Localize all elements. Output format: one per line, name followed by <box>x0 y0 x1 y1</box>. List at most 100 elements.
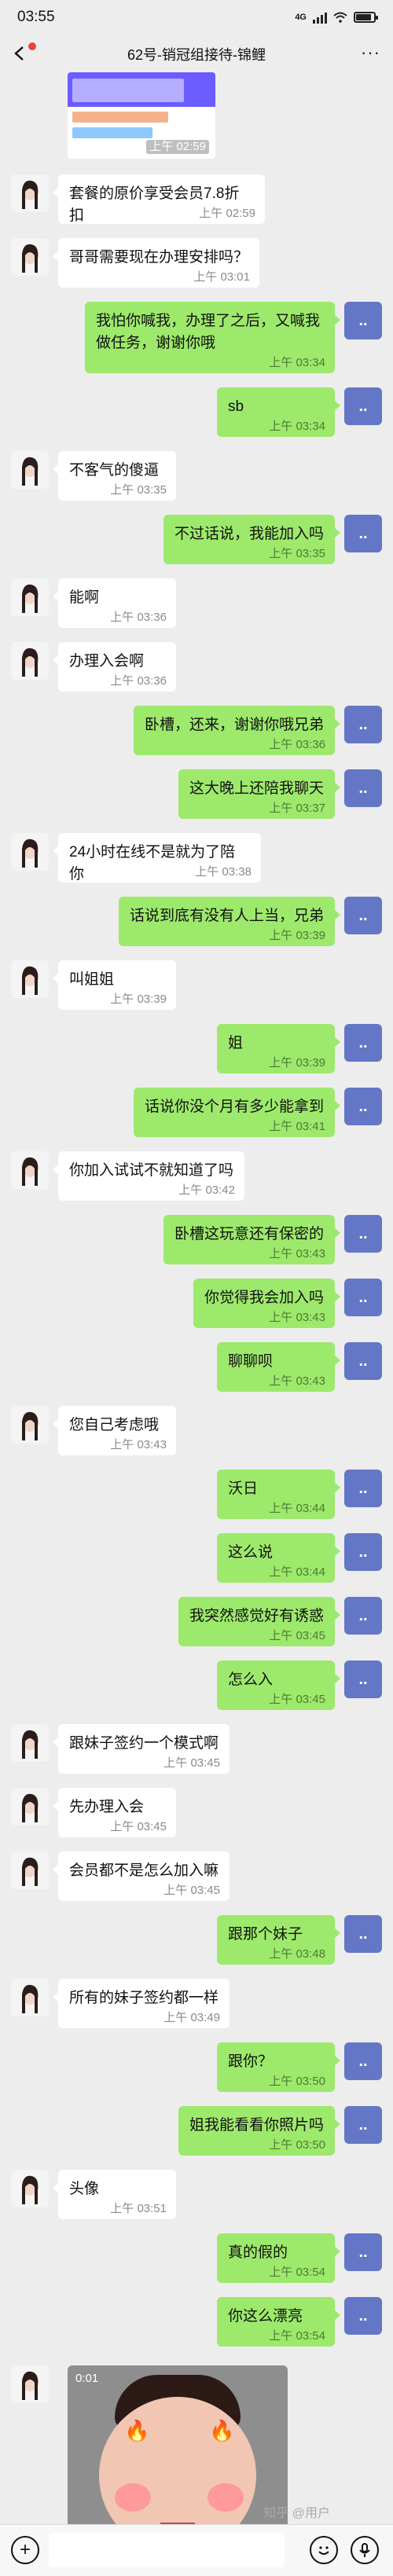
message-text: 卧槽，还来，谢谢你哦兄弟 <box>145 717 325 733</box>
sent-message-bubble[interactable]: 卧槽，还来，谢谢你哦兄弟 上午 03:36 <box>134 706 340 755</box>
message-row: 叫姐姐 上午 03:39 <box>0 960 393 1010</box>
emoji-button[interactable] <box>310 2536 338 2564</box>
received-message-bubble[interactable]: 你加入试试不就知道了吗 上午 03:42 <box>53 1151 244 1201</box>
sent-message-bubble[interactable]: 我突然感觉好有诱惑 上午 03:45 <box>178 1597 340 1646</box>
message-row: 🔥🔥0:01你想气死我吗上午 03:54 <box>0 2365 393 2524</box>
voice-button[interactable] <box>351 2536 379 2564</box>
my-avatar[interactable]: .. <box>344 1915 382 1953</box>
received-message-bubble[interactable]: 能啊 上午 03:36 <box>53 578 176 628</box>
sent-message-bubble[interactable]: 真的假的 上午 03:54 <box>217 2233 340 2283</box>
my-avatar[interactable]: .. <box>344 387 382 425</box>
received-message-bubble[interactable]: 24小时在线不是就为了陪你 上午 03:38 <box>53 833 261 883</box>
sent-message-bubble[interactable]: sb 上午 03:34 <box>217 387 340 437</box>
my-avatar[interactable]: .. <box>344 1215 382 1253</box>
contact-avatar[interactable] <box>11 2365 49 2403</box>
my-avatar[interactable]: .. <box>344 1470 382 1507</box>
sent-message-bubble[interactable]: 你这么漂亮 上午 03:54 <box>217 2297 340 2347</box>
contact-avatar[interactable] <box>11 642 49 680</box>
signal-icon <box>313 11 327 24</box>
message-row: .. 卧槽这玩意还有保密的 上午 03:43 <box>0 1215 393 1264</box>
contact-avatar[interactable] <box>11 2170 49 2207</box>
my-avatar[interactable]: .. <box>344 897 382 934</box>
avatar-portrait-icon <box>11 642 49 680</box>
message-row: 办理入会啊 上午 03:36 <box>0 642 393 692</box>
contact-avatar[interactable] <box>11 578 49 616</box>
my-avatar[interactable]: .. <box>344 706 382 743</box>
sent-message-bubble[interactable]: 这大晚上还陪我聊天 上午 03:37 <box>178 769 340 819</box>
received-message-bubble[interactable]: 所有的妹子签约都一样 上午 03:49 <box>53 1979 230 2028</box>
message-row: .. 不过话说，我能加入吗 上午 03:35 <box>0 515 393 564</box>
my-avatar[interactable]: .. <box>344 2233 382 2271</box>
message-row: 上午 02:59 <box>0 72 393 159</box>
received-message-bubble[interactable]: 哥哥需要现在办理安排吗？ 上午 03:01 <box>53 238 259 288</box>
image-message[interactable]: 上午 02:59 <box>68 72 215 159</box>
message-time: 上午 02:59 <box>199 207 255 220</box>
sent-message-bubble[interactable]: 怎么入 上午 03:45 <box>217 1660 340 1710</box>
my-avatar[interactable]: .. <box>344 2106 382 2144</box>
contact-avatar[interactable] <box>11 1788 49 1826</box>
message-list[interactable]: 上午 02:59 套餐的原价享受会员7.8折扣 上午 02:59 哥哥需要现在办理安… <box>0 72 393 2524</box>
my-avatar[interactable]: .. <box>344 2042 382 2080</box>
avatar-portrait-icon <box>11 1151 49 1189</box>
video-sticker-message[interactable]: 🔥🔥0:01你想气死我吗上午 03:54 <box>68 2365 288 2524</box>
my-avatar[interactable]: .. <box>344 1342 382 1380</box>
my-avatar[interactable]: .. <box>344 302 382 339</box>
sent-message-bubble[interactable]: 话说你没个月有多少能拿到 上午 03:41 <box>134 1088 340 1137</box>
message-text: 话说到底有没有人上当，兄弟 <box>130 908 325 924</box>
my-avatar[interactable]: .. <box>344 769 382 807</box>
sent-message-bubble[interactable]: 我怕你喊我，办理了之后，又喊我做任务，谢谢你哦 上午 03:34 <box>85 302 340 373</box>
sent-message-bubble[interactable]: 卧槽这玩意还有保密的 上午 03:43 <box>163 1215 340 1264</box>
sent-message-bubble[interactable]: 沃日 上午 03:44 <box>217 1470 340 1519</box>
my-avatar[interactable]: .. <box>344 1660 382 1698</box>
my-avatar[interactable]: .. <box>344 1279 382 1316</box>
my-avatar[interactable]: .. <box>344 1024 382 1062</box>
contact-avatar[interactable] <box>11 833 49 871</box>
received-message-bubble[interactable]: 跟妹子签约一个模式啊 上午 03:45 <box>53 1724 230 1774</box>
my-avatar[interactable]: .. <box>344 1597 382 1635</box>
my-avatar[interactable]: .. <box>344 515 382 552</box>
contact-avatar[interactable] <box>11 238 49 276</box>
contact-avatar[interactable] <box>11 960 49 998</box>
my-avatar[interactable]: .. <box>344 1088 382 1125</box>
received-message-bubble[interactable]: 头像 上午 03:51 <box>53 2170 176 2219</box>
sent-message-bubble[interactable]: 跟你？ 上午 03:50 <box>217 2042 340 2092</box>
sent-message-bubble[interactable]: 跟那个妹子 上午 03:48 <box>217 1915 340 1965</box>
contact-avatar[interactable] <box>11 451 49 489</box>
message-row: .. 这大晚上还陪我聊天 上午 03:37 <box>0 769 393 819</box>
contact-avatar[interactable] <box>11 1979 49 2016</box>
contact-avatar[interactable] <box>11 1406 49 1444</box>
received-message-bubble[interactable]: 不客气的傻逼 上午 03:35 <box>53 451 176 501</box>
received-message-bubble[interactable]: 叫姐姐 上午 03:39 <box>53 960 176 1010</box>
add-button[interactable]: + <box>11 2536 39 2564</box>
sent-message-bubble[interactable]: 姐我能看看你照片吗 上午 03:50 <box>178 2106 340 2156</box>
received-message-bubble[interactable]: 会员都不是怎么加入嘛 上午 03:45 <box>53 1851 230 1901</box>
my-avatar[interactable]: .. <box>344 2297 382 2335</box>
received-message-bubble[interactable]: 办理入会啊 上午 03:36 <box>53 642 176 692</box>
message-input[interactable] <box>49 2533 285 2567</box>
received-message-bubble[interactable]: 套餐的原价享受会员7.8折扣 上午 02:59 <box>53 174 265 224</box>
message-text: 怎么入 <box>228 1671 274 1688</box>
sent-message-bubble[interactable]: 聊聊呗 上午 03:43 <box>217 1342 340 1392</box>
status-time: 03:55 <box>17 9 55 25</box>
contact-avatar[interactable] <box>11 174 49 212</box>
sent-message-bubble[interactable]: 姐上午 03:39 <box>217 1024 340 1073</box>
status-bar: 03:55 4G <box>0 0 393 35</box>
message-row: 您自己考虑哦 上午 03:43 <box>0 1406 393 1455</box>
sent-message-bubble[interactable]: 你觉得我会加入吗 上午 03:43 <box>193 1279 340 1328</box>
received-message-bubble[interactable]: 您自己考虑哦 上午 03:43 <box>53 1406 176 1455</box>
contact-avatar[interactable] <box>11 1724 49 1762</box>
sent-message-bubble[interactable]: 这么说 上午 03:44 <box>217 1533 340 1583</box>
chat-title: 62号-销冠组接待-锦鲤 <box>127 47 266 63</box>
sent-message-bubble[interactable]: 话说到底有没有人上当，兄弟 上午 03:39 <box>119 897 340 946</box>
contact-avatar[interactable] <box>11 1151 49 1189</box>
chevron-left-icon <box>14 46 24 61</box>
received-message-bubble[interactable]: 先办理入会 上午 03:45 <box>53 1788 176 1837</box>
message-text: 跟那个妹子 <box>228 1926 303 1943</box>
my-avatar[interactable]: .. <box>344 1533 382 1571</box>
fire-icon: 🔥 <box>124 2419 150 2442</box>
more-options-button[interactable]: ··· <box>361 42 380 63</box>
sent-message-bubble[interactable]: 不过话说，我能加入吗 上午 03:35 <box>163 515 340 564</box>
back-button[interactable] <box>0 35 39 72</box>
contact-avatar[interactable] <box>11 1851 49 1889</box>
message-time: 上午 03:43 <box>269 1374 325 1388</box>
